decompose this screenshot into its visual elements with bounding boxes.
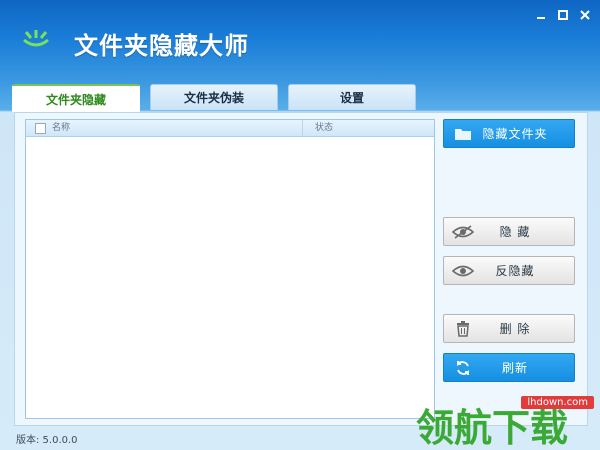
select-all-checkbox[interactable] — [35, 122, 46, 134]
tab-settings[interactable]: 设置 — [288, 84, 416, 110]
hide-folder-label: 隐藏文件夹 — [482, 127, 548, 141]
minimize-button[interactable] — [534, 8, 548, 22]
close-icon — [580, 10, 590, 20]
eye-slash-icon — [448, 224, 478, 239]
unhide-button[interactable]: 反隐藏 — [443, 256, 575, 285]
eye-logo-icon — [23, 30, 49, 47]
content-panel: 名称 状态 隐藏文件夹 隐 藏 反隐藏 删 除 刷新 — [14, 112, 588, 426]
minimize-icon — [537, 17, 545, 19]
maximize-button[interactable] — [556, 8, 570, 22]
table-header: 名称 状态 — [26, 120, 434, 137]
tab-label: 文件夹隐藏 — [45, 92, 106, 107]
tab-folder-disguise[interactable]: 文件夹伪装 — [150, 84, 278, 110]
hide-folder-button[interactable]: 隐藏文件夹 — [443, 119, 575, 148]
delete-button[interactable]: 删 除 — [443, 314, 575, 343]
close-button[interactable] — [578, 8, 592, 22]
app-title: 文件夹隐藏大师 — [74, 32, 249, 60]
trash-icon — [448, 320, 478, 337]
window-controls — [534, 8, 592, 22]
watermark-url: lhdown.com — [521, 396, 594, 409]
tab-bar: 文件夹隐藏 文件夹伪装 设置 — [12, 84, 426, 112]
delete-label: 删 除 — [499, 322, 531, 336]
refresh-label: 刷新 — [501, 361, 528, 375]
hide-button[interactable]: 隐 藏 — [443, 217, 575, 246]
hide-label: 隐 藏 — [499, 225, 531, 239]
watermark-text: 领航下载 — [416, 406, 568, 450]
column-header-status[interactable]: 状态 — [303, 120, 333, 136]
tab-folder-hide[interactable]: 文件夹隐藏 — [12, 84, 140, 112]
refresh-button[interactable]: 刷新 — [443, 353, 575, 382]
column-header-name[interactable]: 名称 — [52, 120, 303, 136]
tab-label: 设置 — [339, 91, 364, 105]
folder-icon — [448, 127, 478, 141]
title-bar: 文件夹隐藏大师 — [0, 0, 600, 80]
tab-label: 文件夹伪装 — [183, 91, 244, 105]
eye-icon — [448, 264, 478, 278]
refresh-icon — [448, 360, 478, 376]
app-window: 文件夹隐藏大师 文件夹隐藏 文件夹伪装 设置 名称 状态 隐藏文件夹 隐 藏 反… — [0, 0, 600, 450]
maximize-icon — [558, 10, 568, 20]
version-label: 版本: 5.0.0.0 — [16, 435, 78, 446]
folder-list[interactable]: 名称 状态 — [25, 119, 435, 419]
unhide-label: 反隐藏 — [495, 264, 535, 278]
